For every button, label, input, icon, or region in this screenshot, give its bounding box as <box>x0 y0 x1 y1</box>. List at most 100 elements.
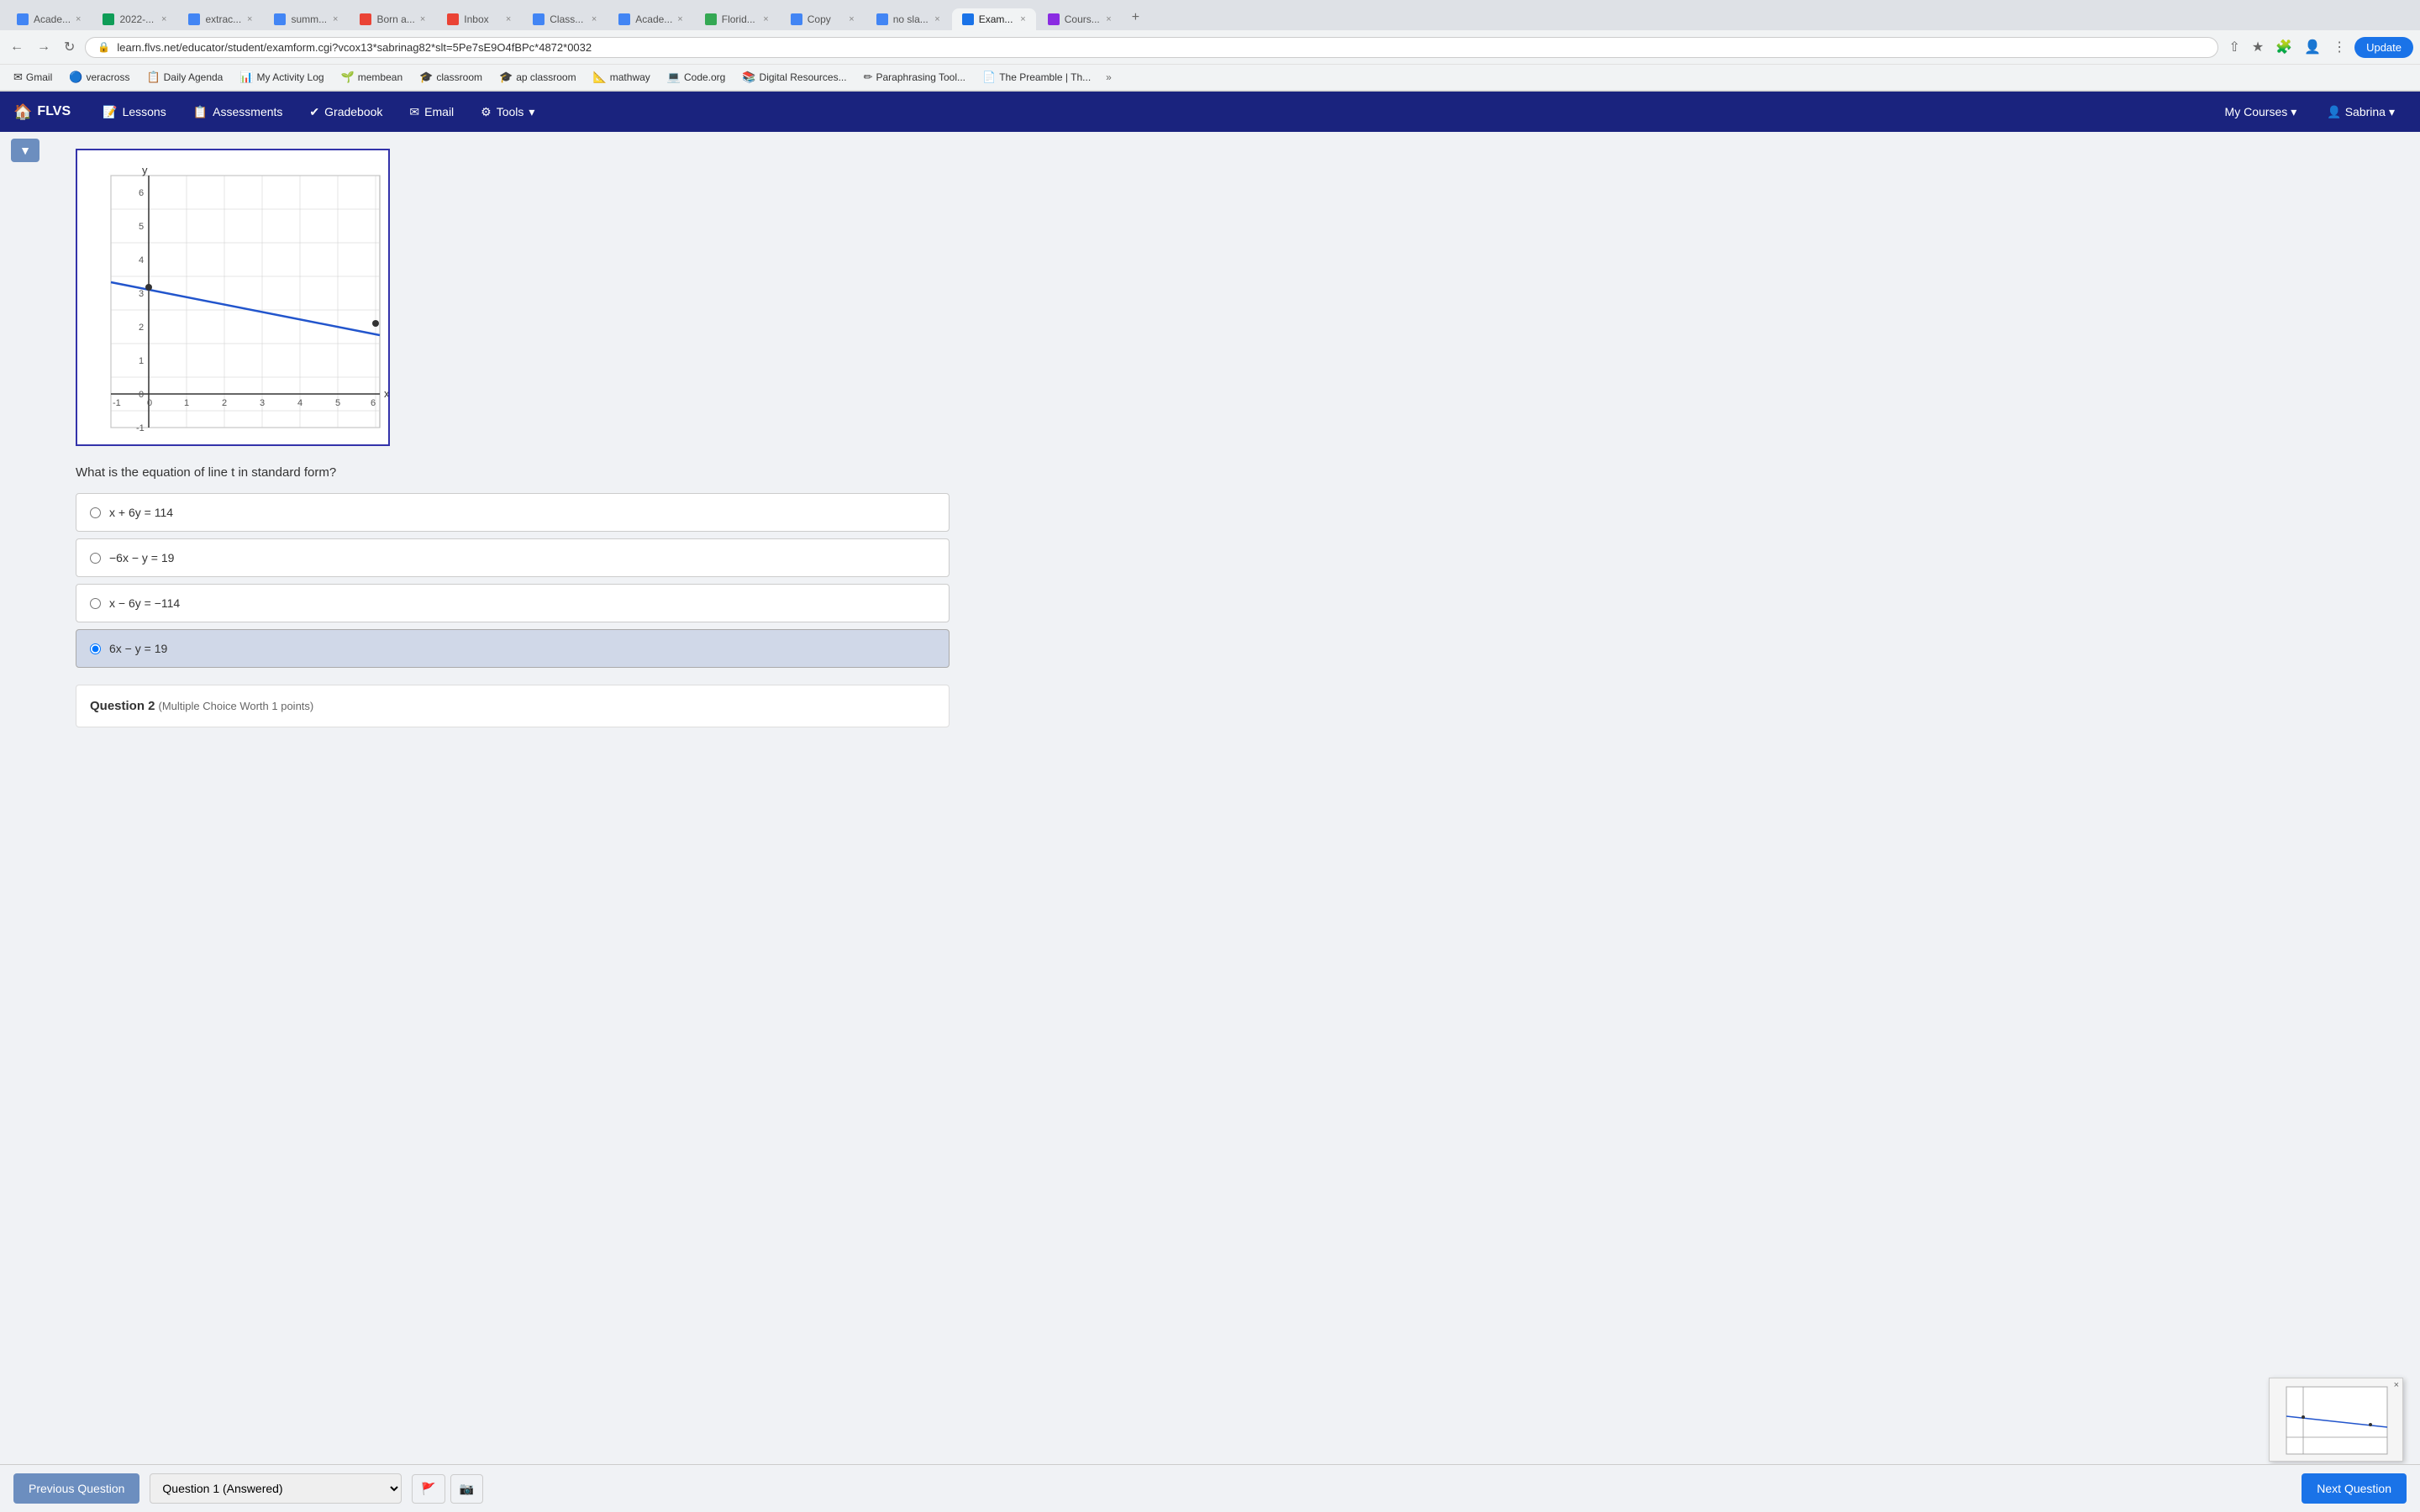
lessons-link[interactable]: 📝 Lessons <box>91 98 178 126</box>
tab-cours[interactable]: Cours... × <box>1038 8 1122 30</box>
tab-close[interactable]: × <box>76 14 81 24</box>
radio-c[interactable] <box>90 598 101 609</box>
radio-a[interactable] <box>90 507 101 518</box>
bookmark-gmail[interactable]: ✉ Gmail <box>7 68 59 87</box>
main-content: ▼ <box>0 132 2420 1501</box>
bookmark-button[interactable]: ★ <box>2249 35 2267 59</box>
tab-label: summ... <box>291 13 328 25</box>
sidebar-button[interactable]: ▼ <box>11 139 39 162</box>
extension-button[interactable]: 🧩 <box>2272 35 2296 59</box>
tab-close[interactable]: × <box>934 14 939 24</box>
tab-summ[interactable]: summ... × <box>264 8 348 30</box>
tab-favicon <box>791 13 802 25</box>
question-selector[interactable]: Question 1 (Answered) <box>150 1473 402 1504</box>
camera-button[interactable]: 📷 <box>450 1474 483 1504</box>
user-menu-button[interactable]: 👤 Sabrina ▾ <box>2315 98 2407 126</box>
svg-text:6: 6 <box>371 398 376 408</box>
graph-svg: x y -1 0 1 2 3 4 5 6 -1 0 1 2 3 <box>77 150 388 444</box>
tab-close[interactable]: × <box>247 14 252 24</box>
gradebook-link[interactable]: ✔ Gradebook <box>297 98 394 126</box>
tab-favicon <box>188 13 200 25</box>
tab-close[interactable]: × <box>161 14 166 24</box>
bookmark-code-org[interactable]: 💻 Code.org <box>660 68 733 87</box>
svg-text:x: x <box>384 387 388 400</box>
tab-close[interactable]: × <box>1020 14 1025 24</box>
bookmark-classroom[interactable]: 🎓 classroom <box>413 68 489 87</box>
para-icon: ✏ <box>864 71 873 84</box>
tab-close[interactable]: × <box>763 14 768 24</box>
tab-florid[interactable]: Florid... × <box>695 8 779 30</box>
tab-label: no sla... <box>893 13 930 25</box>
previous-question-button[interactable]: Previous Question <box>13 1473 139 1504</box>
bookmark-paraphrasing[interactable]: ✏ Paraphrasing Tool... <box>857 68 972 87</box>
tab-close[interactable]: × <box>849 14 854 24</box>
answer-option-b[interactable]: −6x − y = 19 <box>76 538 950 577</box>
tab-exam[interactable]: Exam... × <box>952 8 1036 30</box>
svg-text:1: 1 <box>184 398 189 408</box>
tab-2022[interactable]: 2022-... × <box>92 8 176 30</box>
nav-links: 📝 Lessons 📋 Assessments ✔ Gradebook ✉ Em… <box>91 98 2212 126</box>
share-button[interactable]: ⇧ <box>2225 35 2243 59</box>
address-text[interactable]: learn.flvs.net/educator/student/examform… <box>117 41 2206 54</box>
tab-label: Acade... <box>635 13 672 25</box>
tab-label: Born a... <box>376 13 414 25</box>
tab-favicon <box>447 13 459 25</box>
assessments-link[interactable]: 📋 Assessments <box>182 98 295 126</box>
gmail-icon: ✉ <box>13 71 23 84</box>
reload-button[interactable]: ↻ <box>60 35 78 59</box>
profile-button[interactable]: 👤 <box>2301 35 2324 59</box>
radio-b[interactable] <box>90 553 101 564</box>
address-bar[interactable]: 🔒 learn.flvs.net/educator/student/examfo… <box>85 37 2218 58</box>
answer-option-d[interactable]: 6x − y = 19 <box>76 629 950 668</box>
answer-option-c[interactable]: x − 6y = −114 <box>76 584 950 622</box>
thumbnail-svg <box>2270 1378 2403 1462</box>
app-logo[interactable]: 🏠 FLVS <box>13 103 71 121</box>
svg-text:6: 6 <box>139 188 144 198</box>
answer-option-a[interactable]: x + 6y = 114 <box>76 493 950 532</box>
courses-chevron-icon: ▾ <box>2291 105 2296 119</box>
bookmark-label: Digital Resources... <box>760 71 847 83</box>
radio-d[interactable] <box>90 643 101 654</box>
tab-close[interactable]: × <box>592 14 597 24</box>
bookmark-daily-agenda[interactable]: 📋 Daily Agenda <box>139 68 229 87</box>
tab-inbox[interactable]: Inbox × <box>437 8 521 30</box>
forward-button[interactable]: → <box>34 36 54 58</box>
tab-copy[interactable]: Copy × <box>781 8 865 30</box>
update-button[interactable]: Update <box>2354 37 2413 58</box>
tab-close[interactable]: × <box>677 14 682 24</box>
tab-nosla[interactable]: no sla... × <box>866 8 950 30</box>
back-button[interactable]: ← <box>7 36 27 58</box>
tab-favicon <box>274 13 286 25</box>
tab-acade1[interactable]: Acade... × <box>7 8 91 30</box>
tools-link[interactable]: ⚙ Tools ▾ <box>469 98 546 126</box>
tab-close[interactable]: × <box>420 14 425 24</box>
bookmark-activity-log[interactable]: 📊 My Activity Log <box>233 68 330 87</box>
next-question-button[interactable]: Next Question <box>2302 1473 2407 1504</box>
bookmark-veracross[interactable]: 🔵 veracross <box>62 68 136 87</box>
my-courses-button[interactable]: My Courses ▾ <box>2213 98 2309 126</box>
svg-text:2: 2 <box>222 398 227 408</box>
email-link[interactable]: ✉ Email <box>397 98 466 126</box>
bookmark-mathway[interactable]: 📐 mathway <box>587 68 657 87</box>
assessments-icon: 📋 <box>193 105 208 119</box>
bookmarks-more[interactable]: » <box>1101 69 1117 86</box>
label-c: x − 6y = −114 <box>109 596 180 610</box>
flag-button[interactable]: 🚩 <box>412 1474 445 1504</box>
bookmark-membean[interactable]: 🌱 membean <box>334 68 410 87</box>
tab-close[interactable]: × <box>333 14 338 24</box>
new-tab-button[interactable]: + <box>1123 5 1148 30</box>
tab-acade2[interactable]: Acade... × <box>608 8 692 30</box>
nav-right: My Courses ▾ 👤 Sabrina ▾ <box>2213 98 2407 126</box>
bookmark-digital-resources[interactable]: 📚 Digital Resources... <box>735 68 853 87</box>
tab-close[interactable]: × <box>506 14 511 24</box>
thumbnail-close[interactable]: × <box>2394 1380 2399 1390</box>
tab-class[interactable]: Class... × <box>523 8 607 30</box>
menu-button[interactable]: ⋮ <box>2329 35 2349 59</box>
bookmark-preamble[interactable]: 📄 The Preamble | Th... <box>976 68 1097 87</box>
svg-text:4: 4 <box>297 398 302 408</box>
tab-close[interactable]: × <box>1106 14 1111 24</box>
bookmark-label: Paraphrasing Tool... <box>876 71 966 83</box>
tab-born[interactable]: Born a... × <box>350 8 435 30</box>
tab-extrac[interactable]: extrac... × <box>178 8 262 30</box>
bookmark-ap-classroom[interactable]: 🎓 ap classroom <box>492 68 583 87</box>
